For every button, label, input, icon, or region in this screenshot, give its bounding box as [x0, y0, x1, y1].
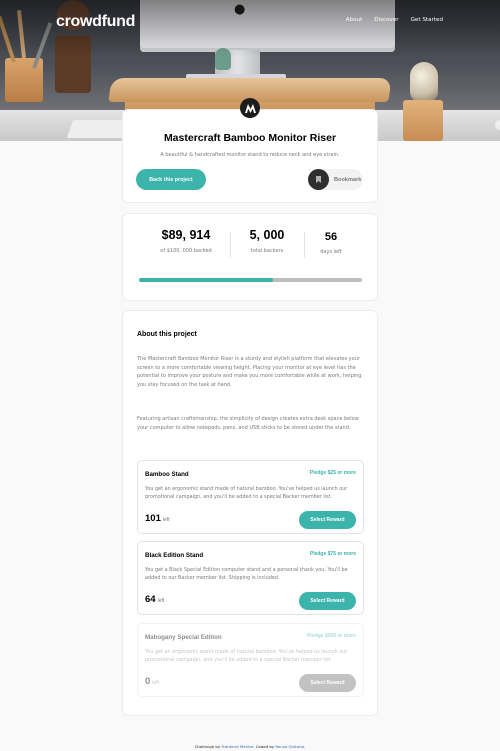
pledge-count: 101 [145, 513, 161, 524]
select-reward-button[interactable]: Select Reward [299, 511, 356, 529]
pledge-name: Mahogany Special Edition [145, 634, 222, 641]
footer-prefix: Challenge by [194, 744, 221, 749]
pledge-left-label: left [157, 598, 165, 604]
project-title: Mastercraft Bamboo Monitor Riser [163, 132, 337, 144]
stat-days: 56 days left [309, 231, 353, 255]
nav-links: About Discover Get Started [346, 17, 443, 23]
funding-progress-bar [139, 278, 362, 282]
frontend-mentor-link[interactable]: Frontend Mentor [221, 744, 253, 749]
project-intro-card: Mastercraft Bamboo Monitor Riser A beaut… [122, 109, 378, 203]
pledge-left-label: left [152, 680, 159, 686]
pledge-description: You get an ergonomic stand made of natur… [145, 649, 348, 664]
pledge-description: You get a Black Special Edition computer… [145, 567, 348, 582]
pledge-name: Black Edition Stand [145, 552, 204, 559]
pledge-card-disabled: Mahogany Special Edition Pledge $200 or … [137, 623, 364, 697]
about-paragraph: Featuring artisan craftsmanship, the sim… [137, 416, 359, 431]
select-reward-button-disabled: Select Reward [299, 674, 356, 692]
about-title: About this project [137, 331, 197, 338]
select-reward-button[interactable]: Select Reward [299, 592, 356, 610]
pledge-description: You get an ergonomic stand made of natur… [145, 486, 348, 501]
stat-days-label: days left [320, 249, 342, 255]
stat-backers-value: 5, 000 [249, 228, 285, 242]
pledge-amount: Pledge $25 or more [309, 470, 356, 476]
pledge-amount: Pledge $75 or more [309, 551, 356, 557]
stat-divider [230, 232, 231, 258]
pledge-card: Black Edition Stand Pledge $75 or more Y… [137, 541, 364, 615]
about-card: About this project The Mastercraft Bambo… [122, 310, 378, 716]
back-project-button[interactable]: Back this project [136, 169, 206, 190]
stat-backed: $89, 914 of $100, 000 backed [149, 228, 223, 254]
stat-backers-label: total backers [250, 248, 284, 254]
stat-backers: 5, 000 total backers [237, 228, 297, 254]
stat-backed-value: $89, 914 [161, 228, 211, 242]
attribution-footer: Challenge by Frontend Mentor. Coded by R… [0, 744, 500, 749]
footer-middle: . Coded by [253, 744, 275, 749]
stat-backed-label: of $100, 000 backed [160, 248, 212, 254]
decor-dot [495, 120, 500, 130]
pledge-count: 64 [145, 594, 156, 605]
pledge-stock: 0 left [145, 676, 159, 687]
nav-link-discover[interactable]: Discover [374, 17, 398, 23]
about-paragraph: The Mastercraft Bamboo Monitor Riser is … [137, 356, 362, 388]
stat-divider [304, 232, 305, 258]
nav-link-get-started[interactable]: Get Started [411, 17, 443, 23]
pledge-count: 0 [145, 676, 151, 687]
mastercraft-logo-icon [240, 98, 260, 118]
footer-suffix: . [304, 744, 306, 749]
pledge-left-label: left [162, 517, 170, 523]
stats-card: $89, 914 of $100, 000 backed 5, 000 tota… [122, 213, 378, 301]
pledge-card: Bamboo Stand Pledge $25 or more You get … [137, 460, 364, 534]
project-description: A beautiful & handcrafted monitor stand … [160, 152, 340, 158]
bookmark-button[interactable]: Bookmark [308, 169, 363, 190]
author-link[interactable]: Renzo Quitaria [275, 744, 304, 749]
pledge-amount: Pledge $200 or more [307, 633, 356, 639]
brand-logo[interactable]: crowdfund [56, 13, 135, 31]
pledge-stock: 64 left [145, 594, 164, 605]
funding-progress-fill [139, 278, 273, 282]
pledge-stock: 101 left [145, 513, 170, 524]
bookmark-icon [308, 169, 329, 190]
stat-days-value: 56 [324, 231, 338, 243]
top-navigation: crowdfund About Discover Get Started [0, 0, 500, 40]
pledge-name: Bamboo Stand [145, 471, 189, 478]
bookmark-label: Bookmark [334, 176, 362, 183]
nav-link-about[interactable]: About [346, 17, 363, 23]
